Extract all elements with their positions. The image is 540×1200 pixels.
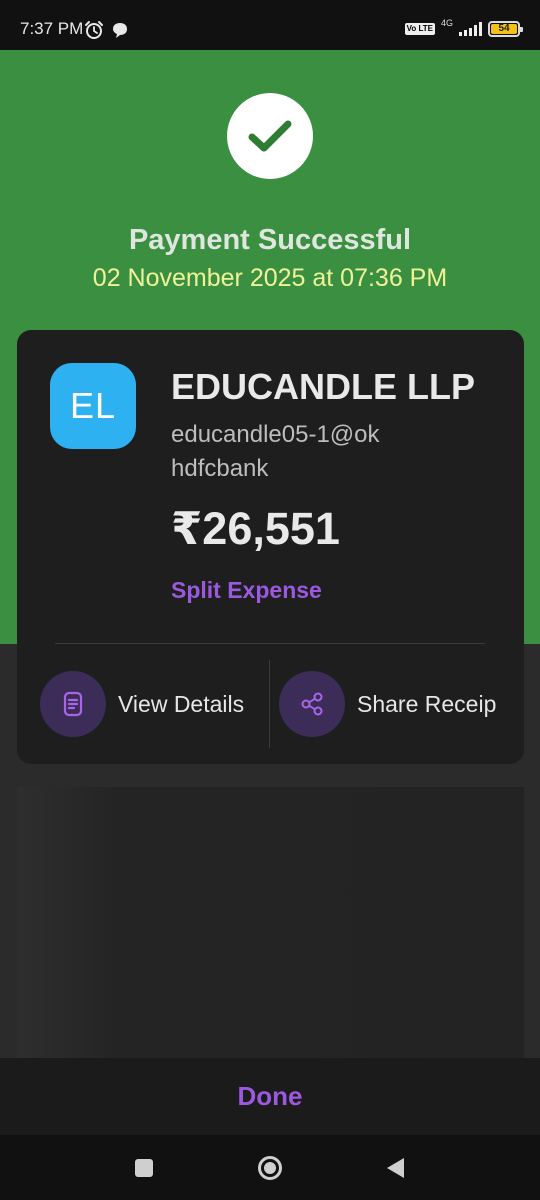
chat-bubble-icon <box>110 20 130 40</box>
share-receipt-button[interactable]: Share Receip <box>279 670 496 738</box>
alarm-icon <box>84 20 104 40</box>
payment-card: EL EDUCANDLE LLP educandle05-1@okhdfcban… <box>17 330 524 764</box>
card-divider <box>55 643 485 644</box>
action-divider <box>269 660 270 748</box>
back-triangle-icon[interactable] <box>382 1155 408 1181</box>
share-icon <box>279 671 345 737</box>
payee-name: EDUCANDLE LLP <box>171 366 475 407</box>
status-right-group: Vo LTE 4G 54 <box>404 17 523 41</box>
network-type-label: 4G <box>440 18 453 28</box>
signal-icon <box>459 22 482 36</box>
status-bar: 7:37 PM Vo LTE 4G 54 <box>0 0 540 50</box>
footer-bar: Done <box>0 1058 540 1135</box>
payee-avatar: EL <box>50 363 136 449</box>
split-expense-link[interactable]: Split Expense <box>171 577 322 604</box>
document-icon <box>40 671 106 737</box>
content-placeholder-panel <box>17 787 524 1058</box>
recents-square-icon[interactable] <box>131 1155 157 1181</box>
volte-icon: Vo LTE <box>404 23 435 35</box>
view-details-button[interactable]: View Details <box>40 670 244 738</box>
battery-level: 54 <box>491 24 517 34</box>
home-circle-icon[interactable] <box>257 1155 283 1181</box>
share-receipt-label: Share Receip <box>357 690 497 717</box>
payee-upi-id: educandle05-1@okhdfcbank <box>171 421 380 482</box>
view-details-label: View Details <box>118 690 245 717</box>
done-button[interactable]: Done <box>238 1081 303 1112</box>
payment-status-title: Payment Successful <box>128 224 412 256</box>
system-nav-bar <box>0 1135 540 1200</box>
battery-icon: 54 <box>488 21 523 37</box>
status-time: 7:37 PM <box>20 19 84 38</box>
checkmark-icon <box>227 93 313 179</box>
payment-amount: ₹26,551 <box>171 503 340 554</box>
payment-datetime: 02 November 2025 at 07:36 PM <box>92 264 448 292</box>
